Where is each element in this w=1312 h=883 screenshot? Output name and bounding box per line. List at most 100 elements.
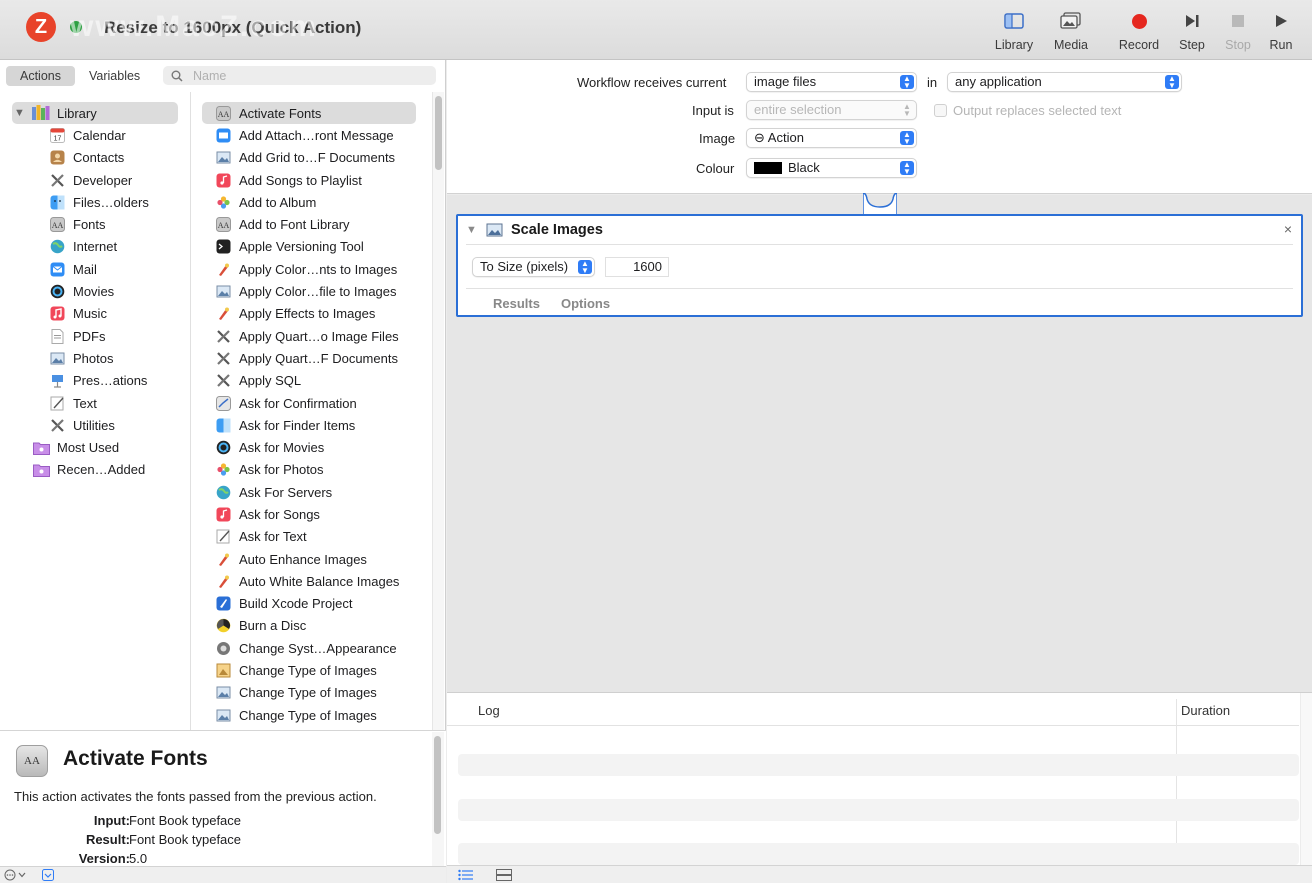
sidebar-item-presentations[interactable]: Pres…ations — [0, 370, 190, 392]
tab-actions[interactable]: Actions — [6, 66, 75, 86]
action-list-item[interactable]: Apply Quart…o Image Files — [202, 325, 416, 347]
action-list-item[interactable]: Build Xcode Project — [202, 593, 416, 615]
run-toolbar-button[interactable]: Run — [1266, 10, 1296, 52]
record-toolbar-button[interactable]: Record — [1116, 10, 1162, 52]
font-book-icon: AA — [16, 745, 48, 777]
description-toggle-icon[interactable] — [42, 869, 54, 881]
sidebar-item-files-folders[interactable]: Files…olders — [0, 191, 190, 213]
action-list-label: Apple Versioning Tool — [239, 239, 364, 255]
action-list-item[interactable]: Apply Color…file to Images — [202, 280, 416, 302]
sidebar-item-label: Text — [73, 395, 97, 411]
tab-variables[interactable]: Variables — [75, 66, 154, 86]
workflow-canvas[interactable]: ▼ Scale Images × To Size (pixels) ▲ ▼ 1600… — [447, 193, 1312, 692]
sidebar-item-music[interactable]: Music — [0, 303, 190, 325]
duration-column-header[interactable]: Duration — [1181, 703, 1230, 718]
action-menu-icon[interactable] — [4, 869, 30, 881]
tab-results[interactable]: Results — [493, 296, 540, 311]
action-list-item[interactable]: Apple Versioning Tool — [202, 236, 416, 258]
globe-icon — [48, 239, 66, 255]
action-list-item[interactable]: Ask for Finder Items — [202, 414, 416, 436]
application-popup[interactable]: any application ▲ ▼ — [947, 72, 1182, 92]
scale-images-action-card[interactable]: ▼ Scale Images × To Size (pixels) ▲ ▼ 1600… — [456, 214, 1303, 317]
step-toolbar-button[interactable]: Step — [1176, 10, 1208, 52]
actions-scrollbar[interactable] — [432, 92, 444, 730]
library-toolbar-button[interactable]: Library — [992, 10, 1036, 52]
colour-popup[interactable]: Black ▲ ▼ — [746, 158, 917, 178]
description-scrollbar[interactable] — [432, 732, 444, 866]
list-view-icon[interactable] — [458, 869, 474, 881]
action-list-item[interactable]: Ask for Movies — [202, 436, 416, 458]
sidebar-item-pdfs[interactable]: PDFs — [0, 325, 190, 347]
calendar-icon: 17 — [48, 127, 66, 143]
action-list-item[interactable]: AA Add to Font Library — [202, 213, 416, 235]
sidebar-item-mail[interactable]: Mail — [0, 258, 190, 280]
action-list-item[interactable]: Apply SQL — [202, 370, 416, 392]
sidebar-item-movies[interactable]: Movies — [0, 280, 190, 302]
stop-toolbar-button[interactable]: Stop — [1222, 10, 1254, 52]
sidebar-item-photos[interactable]: Photos — [0, 347, 190, 369]
sidebar-item-text[interactable]: Text — [0, 392, 190, 414]
action-list-item[interactable]: Auto Enhance Images — [202, 548, 416, 570]
action-list-item[interactable]: Add Grid to…F Documents — [202, 147, 416, 169]
media-toolbar-button[interactable]: Media — [1050, 10, 1092, 52]
log-column-header[interactable]: Log — [478, 703, 500, 718]
preview-photos-icon — [214, 284, 232, 300]
collapse-chevron-icon[interactable]: ▼ — [466, 224, 477, 236]
step-icon — [1186, 15, 1199, 27]
action-list-item[interactable]: Change Type of Images — [202, 659, 416, 681]
sidebar-item-developer[interactable]: Developer — [0, 169, 190, 191]
image-value: ⊖ Action — [754, 130, 804, 145]
action-list-item[interactable]: Add Songs to Playlist — [202, 169, 416, 191]
scale-mode-popup[interactable]: To Size (pixels) ▲ ▼ — [472, 257, 595, 277]
version-label: Version: — [78, 851, 130, 866]
action-list-item[interactable]: Change Type of Images — [202, 682, 416, 704]
action-list-item[interactable]: Add Attach…ront Message — [202, 124, 416, 146]
text-edit-icon — [214, 529, 232, 545]
log-scrollbar[interactable] — [1300, 693, 1312, 866]
action-list-item[interactable]: Ask For Servers — [202, 481, 416, 503]
action-list-label: Add to Album — [239, 194, 317, 210]
action-list-item[interactable]: Apply Color…nts to Images — [202, 258, 416, 280]
image-popup[interactable]: ⊖ Action ▲ ▼ — [746, 128, 917, 148]
close-icon[interactable]: × — [1284, 221, 1292, 237]
sidebar-item-internet[interactable]: Internet — [0, 236, 190, 258]
action-list-item[interactable]: AA Activate Fonts — [202, 102, 416, 125]
library-pane: Actions Variables ▼ Library 17 Calendar C… — [0, 60, 446, 883]
action-list-item[interactable]: Burn a Disc — [202, 615, 416, 637]
run-toolbar-label: Run — [1269, 38, 1293, 52]
sidebar-item-label: Calendar — [73, 127, 126, 143]
scrollbar-thumb[interactable] — [435, 96, 442, 170]
action-list-item[interactable]: Change Syst…Appearance — [202, 637, 416, 659]
action-list-item[interactable]: Apply Quart…F Documents — [202, 347, 416, 369]
action-list-item[interactable]: Ask for Photos — [202, 459, 416, 481]
sidebar-item-most-used[interactable]: Most Used — [0, 436, 190, 458]
action-list-label: Apply Quart…o Image Files — [239, 328, 399, 344]
action-list-item[interactable]: Ask for Songs — [202, 503, 416, 525]
popup-arrows-icon: ▲ ▼ — [578, 260, 592, 275]
scrollbar-thumb[interactable] — [434, 736, 441, 834]
keynote-icon — [48, 373, 66, 389]
library-root-item[interactable]: ▼ Library — [12, 102, 178, 125]
action-list-item[interactable]: Auto White Balance Images — [202, 570, 416, 592]
input-is-popup[interactable]: entire selection ▲ ▼ — [746, 100, 917, 120]
output-replaces-checkbox[interactable] — [934, 104, 947, 117]
action-list-item[interactable]: Change Type of Images — [202, 704, 416, 726]
split-view-icon[interactable] — [496, 869, 512, 881]
actions-list-inner: AA Activate Fonts Add Attach…ront Message A… — [202, 102, 416, 726]
action-list-item[interactable]: Ask for Confirmation — [202, 392, 416, 414]
application-value: any application — [955, 74, 1042, 89]
size-pixels-input[interactable]: 1600 — [605, 257, 669, 277]
action-list-item[interactable]: Apply Effects to Images — [202, 303, 416, 325]
search-input[interactable] — [193, 68, 423, 83]
log-row — [458, 799, 1299, 821]
receives-type-popup[interactable]: image files ▲ ▼ — [746, 72, 917, 92]
sidebar-item-recently-added[interactable]: Recen…Added — [0, 459, 190, 481]
tab-options[interactable]: Options — [561, 296, 610, 311]
sidebar-item-calendar[interactable]: 17 Calendar — [0, 124, 190, 146]
sidebar-item-utilities[interactable]: Utilities — [0, 414, 190, 436]
sidebar-item-fonts[interactable]: AA Fonts — [0, 213, 190, 235]
sidebar-item-contacts[interactable]: Contacts — [0, 147, 190, 169]
action-list-item[interactable]: Add to Album — [202, 191, 416, 213]
mail-icon — [214, 127, 232, 143]
action-list-item[interactable]: Ask for Text — [202, 526, 416, 548]
